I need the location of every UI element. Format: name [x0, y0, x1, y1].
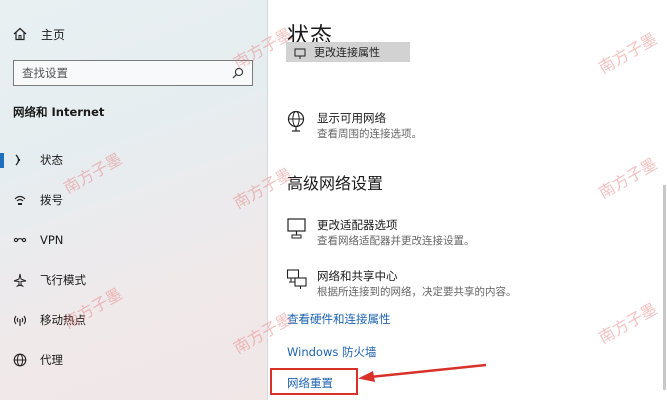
main-content: 状态 更改连接属性 显示可用网络 查看周围的连接选项。 高级网络设置 更改适配器… — [268, 0, 667, 400]
globe-network-icon — [286, 110, 308, 132]
sidebar-section-title: 网络和 Internet — [13, 105, 105, 119]
advanced-network-settings-heading: 高级网络设置 — [287, 174, 384, 193]
search-icon[interactable] — [232, 67, 244, 79]
search-input[interactable] — [22, 66, 232, 80]
scrollbar[interactable] — [663, 185, 666, 390]
view-hardware-properties-link[interactable]: 查看硬件和连接属性 — [287, 311, 391, 327]
sidebar-item-label: VPN — [40, 233, 64, 247]
status-icon — [12, 152, 28, 168]
hotspot-icon — [12, 312, 28, 328]
sidebar-item-dialup[interactable]: 拨号 — [0, 185, 267, 215]
sharing-center-title: 网络和共享中心 — [317, 269, 398, 283]
show-networks-desc: 查看周围的连接选项。 — [317, 128, 422, 140]
sidebar-item-label: 状态 — [40, 153, 63, 167]
sidebar-item-label: 代理 — [40, 353, 63, 367]
sidebar-item-hotspot[interactable]: 移动热点 — [0, 305, 267, 335]
sidebar-item-label: 飞行模式 — [40, 273, 86, 287]
active-indicator — [0, 153, 4, 168]
sharing-center-desc: 根据所连接到的网络，决定要共享的内容。 — [317, 286, 517, 298]
airplane-icon — [12, 272, 28, 288]
adapter-options-title: 更改适配器选项 — [317, 218, 398, 232]
sidebar-item-vpn[interactable]: VPN — [0, 225, 267, 255]
windows-firewall-link[interactable]: Windows 防火墙 — [287, 344, 377, 360]
sidebar-home[interactable]: 主页 — [13, 24, 65, 44]
adapter-icon — [286, 217, 308, 239]
globe-icon — [12, 352, 28, 368]
annotation-highlight-box — [270, 368, 358, 395]
sidebar-item-label: 拨号 — [40, 193, 63, 207]
vpn-icon — [12, 232, 28, 248]
show-networks-title: 显示可用网络 — [317, 111, 386, 125]
dialup-icon — [12, 192, 28, 208]
sidebar-item-status[interactable]: 状态 — [0, 145, 267, 175]
change-connection-properties-label: 更改连接属性 — [314, 46, 380, 59]
sidebar-item-airplane[interactable]: 飞行模式 — [0, 265, 267, 295]
properties-icon — [294, 45, 306, 62]
search-box[interactable] — [13, 60, 253, 86]
annotation-arrow-icon — [358, 363, 487, 382]
change-connection-properties-button[interactable]: 更改连接属性 — [286, 42, 410, 62]
sidebar-item-label: 移动热点 — [40, 313, 86, 327]
sidebar-item-proxy[interactable]: 代理 — [0, 345, 267, 375]
sidebar: 主页 网络和 Internet 状态 拨号 VPN 飞行模式 — [0, 0, 268, 400]
sidebar-home-label: 主页 — [41, 27, 66, 42]
adapter-options-desc: 查看网络适配器并更改连接设置。 — [317, 235, 475, 247]
home-icon — [13, 27, 27, 41]
sharing-center-icon — [286, 268, 308, 290]
